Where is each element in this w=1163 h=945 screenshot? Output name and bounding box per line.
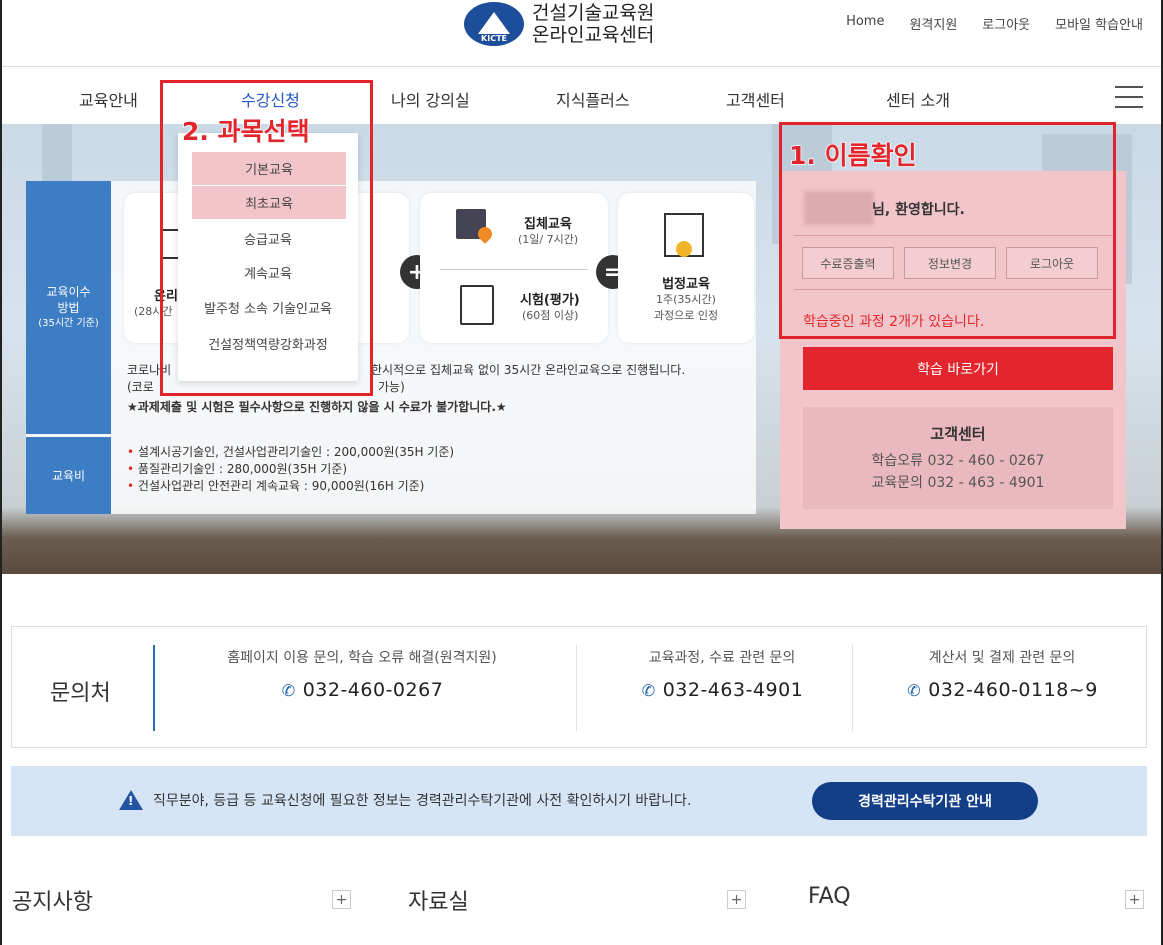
mandatory-notice: ★과제제출 및 시험은 필수사항으로 진행하지 않을 시 수료가 불가합니다.★ (127, 400, 507, 414)
menu-hamburger-icon[interactable] (1115, 86, 1143, 108)
remote-support-link[interactable]: 원격지원 (909, 14, 957, 33)
contact-col-billing: 계산서 및 결제 관련 문의 ✆ 032-460-0118~9 (907, 650, 1098, 701)
board-faq-title[interactable]: FAQ (808, 884, 851, 909)
phone-number[interactable]: 032-463-4901 (663, 679, 804, 701)
edu-info-panel: 교육이수 방법 (35시간 기준) 교육비 온리 (28시간 + 집체교육 (1일/… (26, 181, 756, 514)
phone-icon: ✆ (907, 681, 922, 700)
logo-title-line2: 온라인교육센터 (532, 24, 655, 46)
phone-number[interactable]: 032-460-0267 (303, 679, 444, 701)
plus-icon[interactable]: + (332, 890, 351, 909)
method-label: 교육이수 방법 (35시간 기준) (26, 181, 111, 434)
nav-center-intro[interactable]: 센터 소개 (886, 87, 950, 111)
covid-notice-end: 한시적으로 집체교육 없이 35시간 온라인교육으로 진행됩니다. (371, 363, 686, 377)
fee-item: • 품질관리기술인 : 280,000원(35H 기준) (127, 462, 348, 476)
warning-icon (119, 790, 143, 810)
fee-list: • 설계시공기술인, 건설사업관리기술인 : 200,000원(35H 기준) … (127, 444, 454, 495)
career-agency-button[interactable]: 경력관리수탁기관 안내 (812, 782, 1038, 820)
annotation-step1: 1. 이름확인 (788, 140, 917, 170)
phone-icon: ✆ (641, 681, 656, 700)
legal-edu-card: 법정교육 1주(35시간) 과정으로 인정 (618, 193, 754, 343)
nav-knowledge-plus[interactable]: 지식플러스 (556, 87, 630, 111)
phone-number[interactable]: 032-460-0118~9 (928, 679, 1098, 701)
cs-line-error: 학습오류 032 - 460 - 0267 (871, 453, 1045, 469)
logout-link[interactable]: 로그아웃 (982, 14, 1030, 33)
nav-my-classroom[interactable]: 나의 강의실 (391, 87, 470, 111)
utility-links: Home 원격지원 로그아웃 모바일 학습안내 (846, 14, 1143, 33)
fee-label: 교육비 (26, 437, 111, 514)
exam-paper-icon (460, 285, 494, 325)
fee-item: • 설계시공기술인, 건설사업관리기술인 : 200,000원(35H 기준) (127, 445, 455, 459)
legal-edu-title: 법정교육 (662, 277, 710, 292)
cs-title: 고객센터 (930, 425, 986, 443)
cs-line-inquiry: 교육문의 032 - 463 - 4901 (871, 475, 1045, 491)
legal-edu-sub1: 1주(35시간) (656, 293, 716, 306)
logo-title-line1: 건설기술교육원 (532, 2, 655, 24)
customer-center-box: 고객센터 학습오류 032 - 460 - 0267 교육문의 032 - 46… (803, 407, 1113, 509)
exam-sub: (60점 이상) (522, 309, 579, 322)
nav-customer-center[interactable]: 고객센터 (726, 87, 785, 111)
plus-icon[interactable]: + (727, 890, 746, 909)
contact-col-support: 홈페이지 이용 문의, 학습 오류 해결(원격지원) ✆ 032-460-0267 (227, 650, 497, 701)
exam-title: 시험(평가) (520, 293, 580, 308)
kicte-emblem-icon: KICTE (464, 2, 524, 46)
background-crane (42, 124, 72, 184)
group-edu-sub: (1일/ 7시간) (518, 233, 579, 246)
board-archive-title[interactable]: 자료실 (408, 884, 469, 916)
notice-bar: 직무분야, 등급 등 교육신청에 필요한 정보는 경력관리수탁기관에 사전 확인… (11, 766, 1147, 836)
mobile-guide-link[interactable]: 모바일 학습안내 (1055, 14, 1143, 33)
phone-icon: ✆ (281, 681, 296, 700)
group-exam-card: 집체교육 (1일/ 7시간) 시험(평가) (60점 이상) (420, 193, 608, 343)
fee-item: • 건설사업관리 안전관리 계속교육 : 90,000원(16H 기준) (127, 479, 425, 493)
covid-subnote-end: 가능) (378, 380, 405, 394)
go-to-learning-button[interactable]: 학습 바로가기 (803, 347, 1113, 390)
contact-col-course: 교육과정, 수료 관련 문의 ✆ 032-463-4901 (641, 650, 804, 701)
plus-icon[interactable]: + (1125, 890, 1144, 909)
home-link[interactable]: Home (846, 14, 884, 33)
contact-section: 문의처 홈페이지 이용 문의, 학습 오류 해결(원격지원) ✆ 032-460-… (11, 626, 1147, 748)
contact-title: 문의처 (50, 681, 111, 706)
board-notice-title[interactable]: 공지사항 (12, 884, 93, 916)
group-edu-title: 집체교육 (524, 217, 572, 232)
covid-subnote-start: (코로 (127, 380, 154, 394)
page: KICTE 건설기술교육원 온라인교육센터 Home 원격지원 로그아웃 모바일… (0, 0, 1163, 945)
nav-edu-info[interactable]: 교육안내 (79, 87, 138, 111)
legal-edu-sub2: 과정으로 인정 (653, 309, 719, 322)
notice-text: 직무분야, 등급 등 교육신청에 필요한 정보는 경력관리수탁기관에 사전 확인… (153, 793, 692, 809)
site-logo[interactable]: KICTE 건설기술교육원 온라인교육센터 (464, 2, 654, 46)
annotation-step2: 2. 과목선택 (181, 116, 310, 146)
